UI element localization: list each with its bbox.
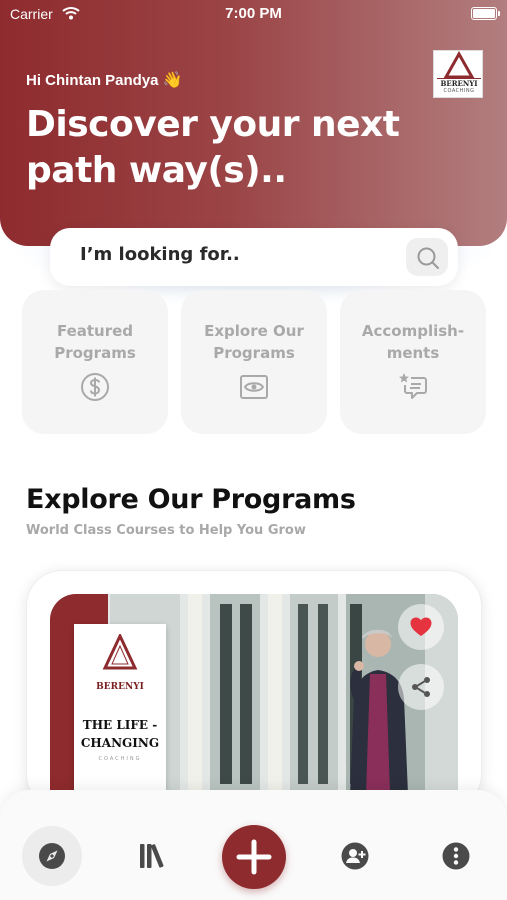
page-title: Discover your next path way(s).. xyxy=(26,104,400,191)
search-icon xyxy=(417,247,439,269)
logo-tagline: COACHING xyxy=(443,88,475,94)
battery-icon xyxy=(471,7,500,20)
category-label: Featured Programs xyxy=(54,322,136,362)
eye-icon xyxy=(240,375,268,399)
category-featured-programs[interactable]: Featured Programs xyxy=(22,290,168,434)
dollar-icon xyxy=(81,373,109,401)
clock: 7:00 PM xyxy=(225,5,282,22)
tab-explore[interactable] xyxy=(22,826,82,886)
tab-library[interactable] xyxy=(122,826,182,886)
category-accomplishments[interactable]: Accomplish- ments xyxy=(340,290,486,434)
tab-more[interactable] xyxy=(426,826,486,886)
compass-icon xyxy=(39,843,65,869)
logo-wordmark: BERENYI xyxy=(440,79,478,88)
favorite-button[interactable] xyxy=(398,604,444,650)
section-title: Explore Our Programs xyxy=(26,484,356,515)
add-button[interactable] xyxy=(222,825,286,889)
book-title: THE LIFE - CHANGING xyxy=(80,718,160,750)
more-icon xyxy=(442,842,470,870)
program-image: BERENYI THE LIFE - CHANGING COACHING xyxy=(50,594,458,794)
book-brand: BERENYI xyxy=(96,682,144,692)
share-button[interactable] xyxy=(398,664,444,710)
library-icon xyxy=(140,844,164,868)
greeting: Hi Chintan Pandya 👋 xyxy=(26,70,182,90)
add-user-icon xyxy=(341,842,369,870)
hero-header: Hi Chintan Pandya 👋 Discover your next pa… xyxy=(0,0,507,246)
category-label: Explore Our Programs xyxy=(204,322,304,362)
book-cover: BERENYI THE LIFE - CHANGING COACHING xyxy=(74,624,166,794)
brand-triangle-logo xyxy=(102,634,138,670)
tab-add-user[interactable] xyxy=(325,826,385,886)
share-icon xyxy=(412,677,430,697)
category-label: Accomplish- ments xyxy=(361,322,465,362)
star-chat-icon xyxy=(399,373,427,399)
search-input[interactable] xyxy=(80,244,400,265)
heart-icon xyxy=(410,617,432,636)
search-bar xyxy=(50,228,458,286)
wave-hand-icon: 👋 xyxy=(162,72,183,89)
search-button[interactable] xyxy=(406,238,448,276)
section-subtitle: World Class Courses to Help You Grow xyxy=(26,523,306,538)
book-subtitle: COACHING xyxy=(98,756,142,762)
greeting-text: Hi Chintan Pandya xyxy=(26,72,159,89)
add-icon xyxy=(236,839,272,875)
status-bar: Carrier 7:00 PM xyxy=(0,0,507,28)
category-explore-programs[interactable]: Explore Our Programs xyxy=(181,290,327,434)
brand-logo: BERENYI COACHING xyxy=(433,50,483,98)
